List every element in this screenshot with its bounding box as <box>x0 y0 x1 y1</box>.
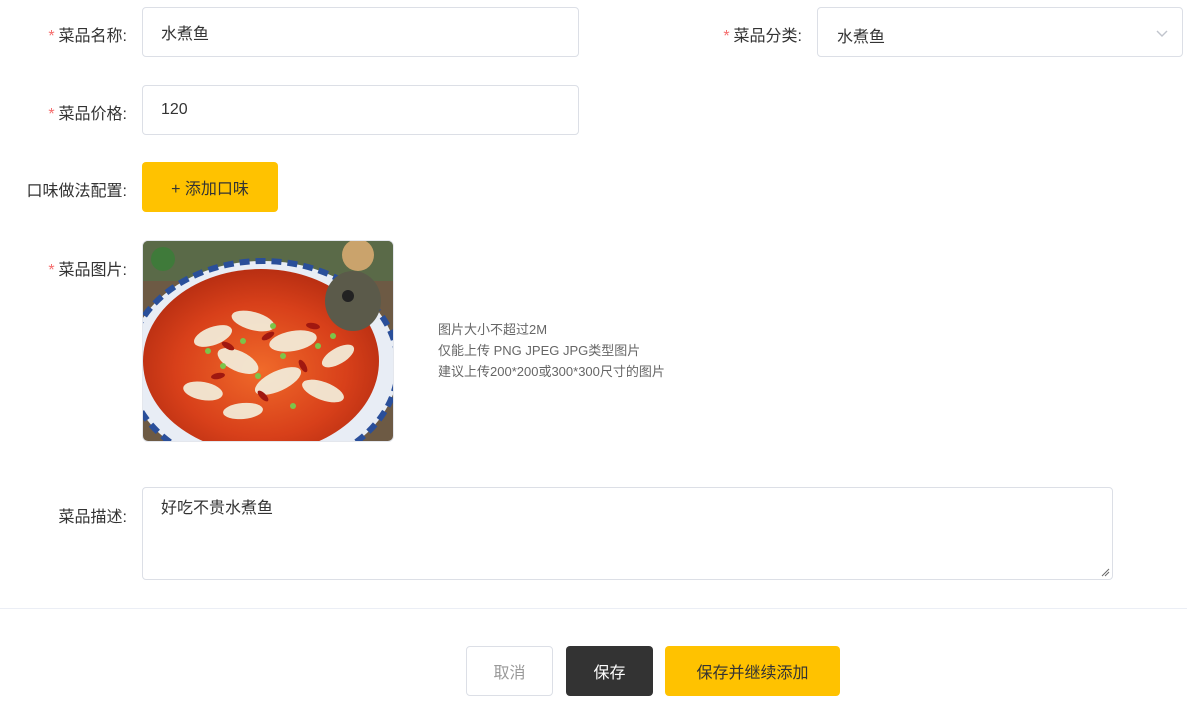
dish-image-label-text: 菜品图片: <box>58 262 127 279</box>
required-mark: * <box>48 262 55 279</box>
cancel-button[interactable]: 取消 <box>466 646 553 696</box>
footer-divider <box>0 608 1187 609</box>
dish-name-input[interactable] <box>142 7 579 57</box>
dish-price-label-text: 菜品价格: <box>58 106 127 123</box>
required-mark: * <box>48 106 55 123</box>
resize-handle-icon[interactable] <box>1100 567 1110 577</box>
save-and-continue-button[interactable]: 保存并继续添加 <box>665 646 840 696</box>
flavor-config-label: 口味做法配置: <box>27 177 127 201</box>
required-mark: * <box>48 28 55 45</box>
hint-line: 图片大小不超过2M <box>438 322 548 337</box>
hint-line: 建议上传200*200或300*300尺寸的图片 <box>438 364 665 379</box>
dish-image-upload[interactable] <box>142 240 394 442</box>
image-upload-hints: 图片大小不超过2M 仅能上传 PNG JPEG JPG类型图片 建议上传200*… <box>438 319 665 382</box>
dish-image-label: * 菜品图片: <box>48 256 127 280</box>
dish-category-label: * 菜品分类: <box>723 22 802 46</box>
hint-line: 仅能上传 PNG JPEG JPG类型图片 <box>438 343 641 358</box>
dish-name-label: * 菜品名称: <box>48 22 127 46</box>
dish-price-label: * 菜品价格: <box>48 100 127 124</box>
dish-price-input[interactable] <box>142 85 579 135</box>
flavor-config-label-text: 口味做法配置: <box>26 183 127 200</box>
dish-description-label: 菜品描述: <box>59 503 127 527</box>
dish-category-select[interactable]: 水煮鱼 <box>817 7 1183 57</box>
dish-description-label-text: 菜品描述: <box>58 509 127 526</box>
add-flavor-button[interactable]: + 添加口味 <box>142 162 278 212</box>
required-mark: * <box>723 28 730 45</box>
dish-category-value: 水煮鱼 <box>837 29 886 46</box>
dish-category-label-text: 菜品分类: <box>733 28 802 45</box>
chevron-down-icon <box>1156 30 1168 37</box>
dish-description-textarea[interactable]: 好吃不贵水煮鱼 <box>142 487 1113 580</box>
save-button[interactable]: 保存 <box>566 646 653 696</box>
dish-name-label-text: 菜品名称: <box>58 28 127 45</box>
dish-photo <box>143 241 393 441</box>
